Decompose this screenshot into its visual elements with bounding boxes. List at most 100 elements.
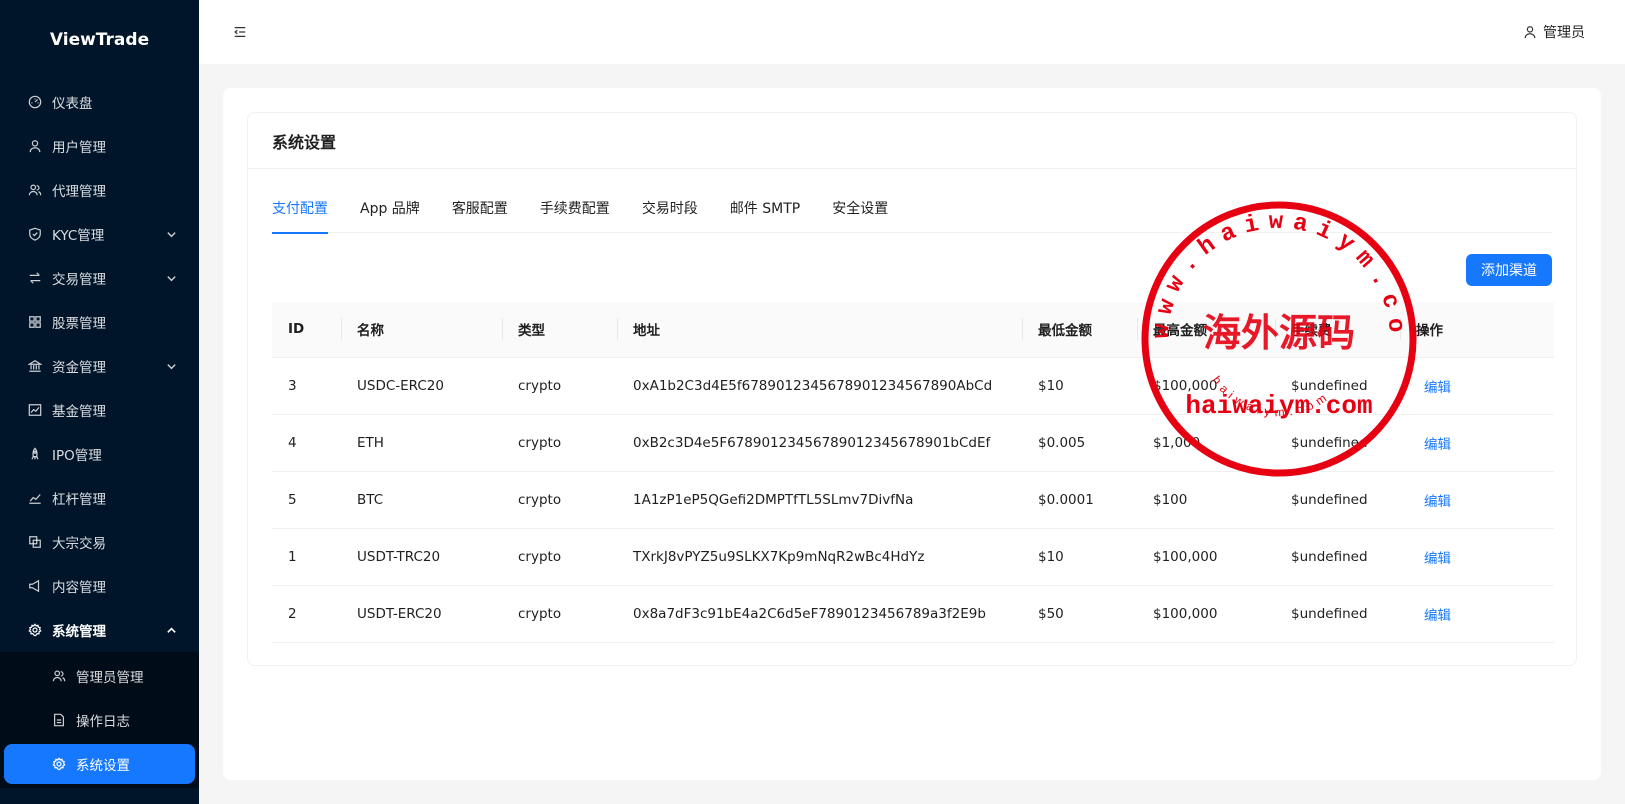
settings-card: 系统设置 支付配置 App 品牌 客服配置 手续费配置 交易时段 邮件 SMTP… [247,112,1577,666]
cell-id: 1 [272,528,341,586]
cell-name: USDC-ERC20 [341,357,502,415]
menu-fold-icon[interactable] [232,24,248,40]
tab-smtp[interactable]: 邮件 SMTP [730,189,800,233]
cell-fee: $undefined [1275,585,1400,643]
chevron-down-icon [165,228,177,240]
cell-type: crypto [502,528,617,586]
cell-fee: $undefined [1275,414,1400,472]
tab-trading-hours[interactable]: 交易时段 [642,189,698,233]
column-header-fee: 手续费 [1275,302,1400,358]
user-icon [27,138,43,154]
sidebar-item-trade[interactable]: 交易管理 [0,256,199,300]
cell-id: 4 [272,414,341,472]
chevron-up-icon [165,624,177,636]
sidebar-item-label: 仪表盘 [52,96,93,112]
column-header-action: 操作 [1400,302,1554,358]
cell-max: $100,000 [1137,357,1275,415]
payment-channels-table: ID 名称 类型 地址 最低金额 最高金额 手续费 操作 3 USDC-ERC2… [272,302,1554,643]
sidebar-item-label: 代理管理 [52,184,106,200]
sidebar-item-label: 资金管理 [52,360,106,376]
cell-fee: $undefined [1275,471,1400,529]
cell-address: 0xB2c3D4e5F67890123456789012345678901bCd… [617,414,1022,472]
user-icon [1523,25,1537,39]
table-row: 1 USDT-TRC20 crypto TXrkJ8vPYZ5u9SLKX7Kp… [272,528,1554,586]
sidebar-item-label: 基金管理 [52,404,106,420]
page-title: 系统设置 [248,113,1576,169]
table-row: 2 USDT-ERC20 crypto 0x8a7dF3c91bE4a2C6d5… [272,585,1554,643]
cell-max: $100 [1137,471,1275,529]
table-row: 3 USDC-ERC20 crypto 0xA1b2C3d4E5f6789012… [272,357,1554,415]
sidebar-item-users[interactable]: 用户管理 [0,124,199,168]
shield-icon [27,226,43,242]
sidebar-item-content[interactable]: 内容管理 [0,564,199,608]
table-header-row: ID 名称 类型 地址 最低金额 最高金额 手续费 操作 [272,302,1554,358]
cell-type: crypto [502,414,617,472]
sidebar-item-agents[interactable]: 代理管理 [0,168,199,212]
sidebar-item-leverage[interactable]: 杠杆管理 [0,476,199,520]
tab-customer-service[interactable]: 客服配置 [452,189,508,233]
sidebar-item-label: 管理员管理 [76,670,144,686]
cell-type: crypto [502,357,617,415]
cell-id: 3 [272,357,341,415]
cell-id: 2 [272,585,341,643]
cell-min: $0.0001 [1022,471,1137,529]
setting-icon [51,756,67,772]
sidebar-item-kyc[interactable]: KYC管理 [0,212,199,256]
edit-link[interactable]: 编辑 [1424,380,1451,396]
tab-app-brand[interactable]: App 品牌 [360,189,420,233]
edit-link[interactable]: 编辑 [1424,608,1451,624]
sidebar-item-label: 内容管理 [52,580,106,596]
cell-address: 1A1zP1eP5QGefi2DMPTfTL5SLmv7DivfNa [617,471,1022,529]
cell-max: $100,000 [1137,528,1275,586]
top-header: 管理员 [199,0,1625,64]
team-icon [27,182,43,198]
sidebar-item-stocks[interactable]: 股票管理 [0,300,199,344]
sidebar-item-label: KYC管理 [52,228,105,244]
sidebar: ViewTrade 仪表盘 用户管理 代理管理 KYC管理 交易管理 股票管理 … [0,0,199,804]
tab-security[interactable]: 安全设置 [832,189,888,233]
cell-name: USDT-TRC20 [341,528,502,586]
content-area: 系统设置 支付配置 App 品牌 客服配置 手续费配置 交易时段 邮件 SMTP… [223,88,1601,780]
sidebar-item-oplog[interactable]: 操作日志 [0,698,199,742]
cell-address: TXrkJ8vPYZ5u9SLKX7Kp9mNqR2wBc4HdYz [617,528,1022,586]
cell-max: $100,000 [1137,585,1275,643]
sidebar-menu: 仪表盘 用户管理 代理管理 KYC管理 交易管理 股票管理 资金管理 基金管理 … [0,80,199,652]
user-menu[interactable]: 管理员 [1523,22,1585,42]
sidebar-item-funds-money[interactable]: 资金管理 [0,344,199,388]
line-chart-icon [27,490,43,506]
table-row: 4 ETH crypto 0xB2c3D4e5F6789012345678901… [272,414,1554,472]
edit-link[interactable]: 编辑 [1424,494,1451,510]
cell-address: 0xA1b2C3d4E5f6789012345678901234567890Ab… [617,357,1022,415]
team-icon [51,668,67,684]
cell-action: 编辑 [1400,414,1554,472]
cell-address: 0x8a7dF3c91bE4a2C6d5eF7890123456789a3f2E… [617,585,1022,643]
edit-link[interactable]: 编辑 [1424,551,1451,567]
sidebar-item-label: 杠杆管理 [52,492,106,508]
column-header-max: 最高金额 [1137,302,1275,358]
sidebar-item-system[interactable]: 系统管理 [0,608,199,652]
tab-fees[interactable]: 手续费配置 [540,189,610,233]
column-header-name: 名称 [341,302,502,358]
cell-action: 编辑 [1400,471,1554,529]
sidebar-item-system-settings[interactable]: 系统设置 [4,744,195,784]
sidebar-item-admins[interactable]: 管理员管理 [0,654,199,698]
chevron-down-icon [165,360,177,372]
rocket-icon [27,446,43,462]
cell-fee: $undefined [1275,357,1400,415]
fund-icon [27,402,43,418]
sidebar-item-dashboard[interactable]: 仪表盘 [0,80,199,124]
cell-name: BTC [341,471,502,529]
grid-icon [27,314,43,330]
swap-icon [27,270,43,286]
system-submenu: 管理员管理 操作日志 系统设置 [0,652,199,788]
cell-type: crypto [502,471,617,529]
sidebar-item-ipo[interactable]: IPO管理 [0,432,199,476]
cell-min: $0.005 [1022,414,1137,472]
sidebar-item-fund[interactable]: 基金管理 [0,388,199,432]
brand-logo: ViewTrade [49,30,150,50]
sidebar-item-block-trade[interactable]: 大宗交易 [0,520,199,564]
tab-payment[interactable]: 支付配置 [272,189,328,234]
edit-link[interactable]: 编辑 [1424,437,1451,453]
cell-max: $1,000 [1137,414,1275,472]
add-channel-button[interactable]: 添加渠道 [1466,254,1552,286]
